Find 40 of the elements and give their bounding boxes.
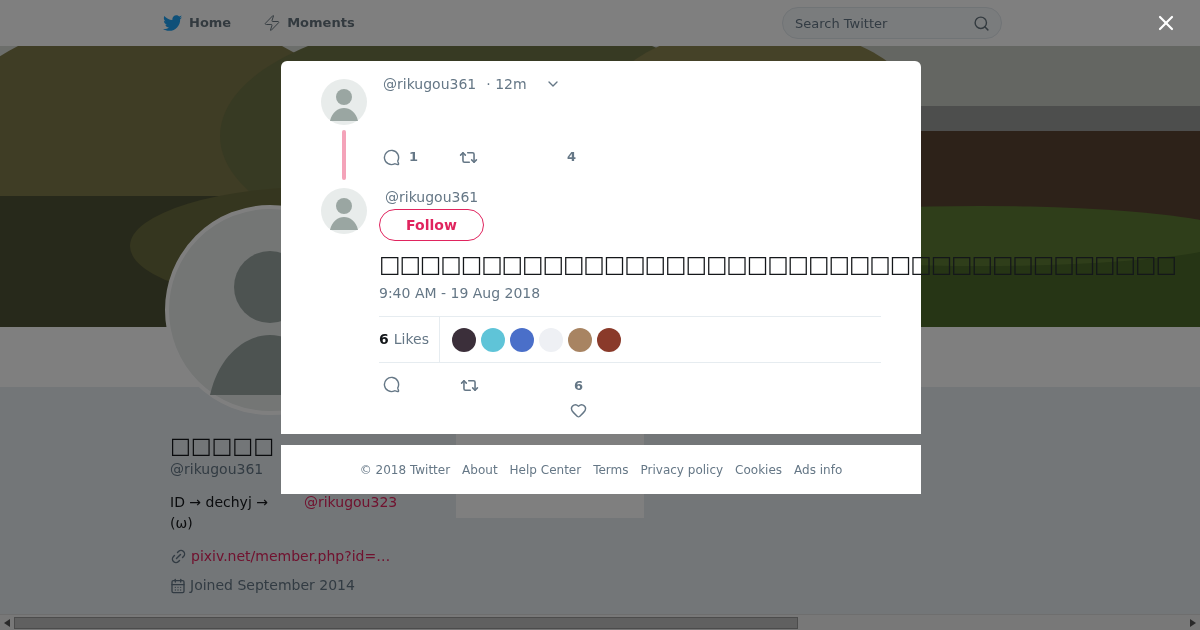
reply-icon[interactable]	[383, 148, 400, 166]
tweet-handle[interactable]: @rikugou361	[383, 73, 477, 95]
footer-link[interactable]: Terms	[593, 460, 629, 479]
tweet-handle[interactable]: @rikugou361	[385, 188, 479, 206]
scroll-left-icon[interactable]	[4, 618, 10, 627]
bio-text: ID → dechyj →	[170, 493, 268, 512]
profile-handle: @rikugou361	[170, 460, 264, 479]
mention-link[interactable]: @rikugou323	[303, 492, 398, 513]
bird-icon	[163, 14, 183, 32]
joined-date: Joined September 2014	[190, 576, 355, 595]
tweet-time[interactable]: · 12m	[486, 73, 527, 95]
footer-link[interactable]: Cookies	[735, 460, 783, 479]
reply-icon[interactable]	[383, 376, 400, 393]
tweet-timestamp: 9:40 AM - 19 Aug 2018	[379, 284, 541, 303]
lightning-icon	[263, 14, 282, 32]
footer-link[interactable]: About	[462, 460, 498, 479]
calendar-icon	[170, 577, 186, 594]
liker-avatar[interactable]	[596, 327, 621, 352]
reply-count: 1	[409, 148, 419, 167]
nav-link[interactable]: Moments	[263, 13, 355, 33]
user-avatar	[321, 188, 367, 234]
nav-link[interactable]: Home	[163, 13, 232, 33]
footer-link[interactable]: © 2018 Twitter	[359, 460, 451, 479]
search-field[interactable]: Search Twitter	[782, 7, 1002, 39]
footer-link[interactable]: Ads info	[794, 460, 843, 479]
like-count: 4	[567, 148, 577, 167]
user-avatar	[321, 79, 367, 125]
profile-name: □□□□□	[170, 433, 274, 459]
scroll-right-icon[interactable]	[1190, 618, 1196, 627]
bio-text: (ω)	[170, 514, 193, 533]
footer-link[interactable]: Help Center	[509, 460, 582, 479]
profile-link[interactable]: pixiv.net/member.php?id=…	[191, 546, 391, 567]
search-icon	[973, 15, 990, 32]
liker-avatar[interactable]	[451, 327, 476, 352]
likes-count[interactable]: 6	[379, 329, 389, 350]
like-count: 6	[573, 377, 583, 395]
scrollbar-thumb[interactable]	[14, 616, 798, 629]
footer-link[interactable]: Privacy policy	[640, 460, 724, 479]
heart-icon[interactable]	[570, 401, 587, 419]
likes-label[interactable]: Likes	[393, 329, 429, 350]
